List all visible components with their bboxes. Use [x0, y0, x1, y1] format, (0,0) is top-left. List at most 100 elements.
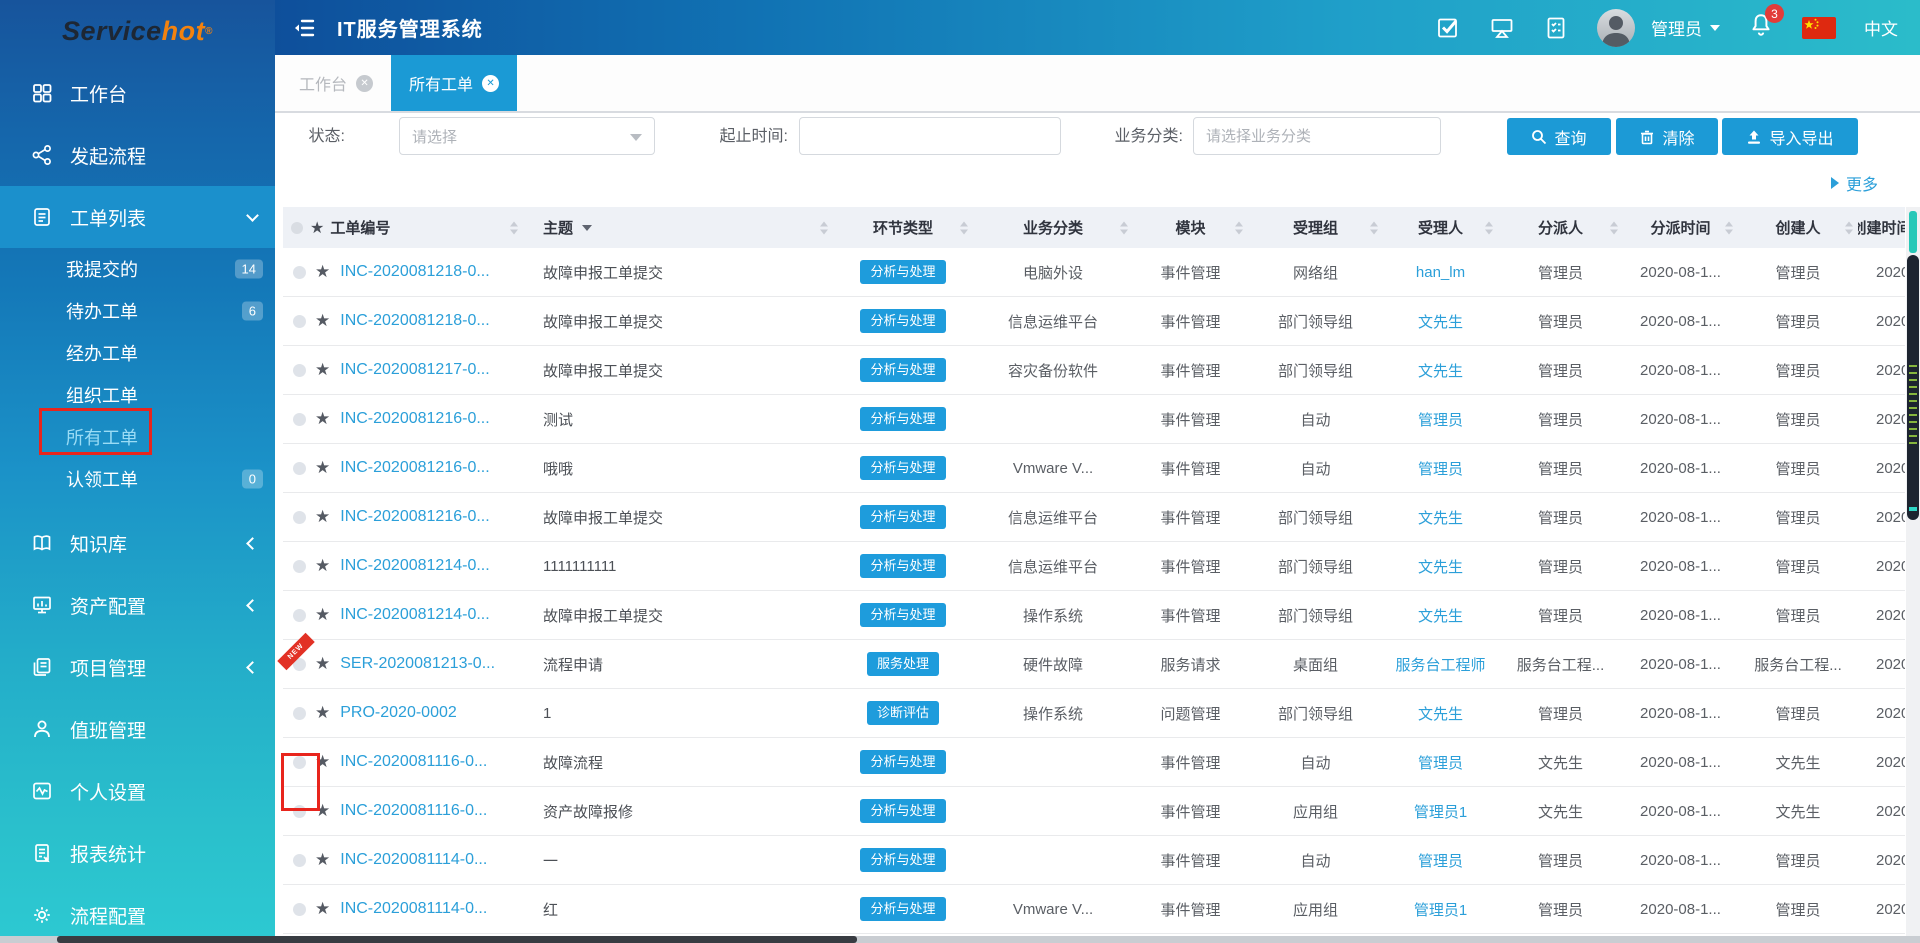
sidebar-subitem-经办工单[interactable]: 经办工单 [0, 332, 275, 374]
assignee-link[interactable]: 管理员1 [1414, 899, 1467, 920]
ticket-id-link[interactable]: INC-2020081116-0... [340, 802, 487, 820]
sort-icon[interactable] [820, 221, 828, 234]
row-select-dot[interactable] [293, 560, 306, 573]
star-icon[interactable]: ★ [315, 899, 330, 919]
column-header-业务分类[interactable]: 业务分类 [973, 207, 1133, 248]
star-icon[interactable]: ★ [315, 507, 330, 527]
star-icon[interactable]: ★ [315, 703, 330, 723]
sidebar-subitem-所有工单[interactable]: 所有工单 [0, 416, 275, 458]
star-icon[interactable]: ★ [315, 850, 330, 870]
ticket-id-link[interactable]: INC-2020081214-0... [340, 606, 489, 624]
sidebar-item-project-mgmt[interactable]: 项目管理 [0, 636, 275, 698]
sidebar-item-ticket-list[interactable]: 工单列表 [0, 186, 275, 248]
china-flag-icon[interactable] [1802, 17, 1836, 39]
assignee-link[interactable]: 文先生 [1418, 703, 1463, 724]
sort-icon[interactable] [1610, 221, 1618, 234]
sort-icon[interactable] [1370, 221, 1378, 234]
assignee-link[interactable]: 服务台工程师 [1395, 654, 1485, 675]
ticket-id-link[interactable]: INC-2020081114-0... [340, 851, 487, 869]
clipboard-list-icon[interactable] [1543, 15, 1569, 41]
sidebar-subitem-认领工单[interactable]: 认领工单0 [0, 458, 275, 500]
row-select-dot[interactable] [293, 315, 306, 328]
ticket-id-link[interactable]: INC-2020081216-0... [340, 459, 489, 477]
column-header-创建人[interactable]: 创建人 [1738, 207, 1858, 248]
row-select-dot[interactable] [293, 462, 306, 475]
user-menu[interactable]: 管理员 [1651, 15, 1720, 40]
assignee-link[interactable]: 管理员1 [1414, 801, 1467, 822]
ticket-id-link[interactable]: INC-2020081216-0... [340, 410, 489, 428]
task-check-icon[interactable] [1435, 15, 1461, 41]
star-icon[interactable]: ★ [315, 752, 330, 772]
row-select-dot[interactable] [293, 854, 306, 867]
star-icon[interactable]: ★ [315, 458, 330, 478]
vertical-scrollbar-thumb[interactable] [1907, 255, 1919, 520]
tab-all-tickets[interactable]: 所有工单 [391, 55, 517, 111]
row-select-dot[interactable] [293, 511, 306, 524]
row-select-dot[interactable] [293, 413, 306, 426]
row-select-dot[interactable] [293, 266, 306, 279]
tab-workbench[interactable]: 工作台 [281, 55, 391, 111]
close-icon[interactable] [356, 75, 373, 92]
assignee-link[interactable]: 文先生 [1418, 507, 1463, 528]
sidebar-subitem-待办工单[interactable]: 待办工单6 [0, 290, 275, 332]
sidebar-subitem-组织工单[interactable]: 组织工单 [0, 374, 275, 416]
time-range-input[interactable] [799, 117, 1061, 155]
sidebar-item-process-config[interactable]: 流程配置 [0, 884, 275, 943]
vertical-scrollbar[interactable] [1906, 207, 1920, 943]
row-select-dot[interactable] [293, 609, 306, 622]
column-header-受理人[interactable]: 受理人 [1383, 207, 1498, 248]
import-export-button[interactable]: 导入导出 [1722, 118, 1858, 155]
sort-icon[interactable] [1235, 221, 1243, 234]
assignee-link[interactable]: 文先生 [1418, 360, 1463, 381]
column-header-环节类型[interactable]: 环节类型 [833, 207, 973, 248]
sidebar-item-personal-settings[interactable]: 个人设置 [0, 760, 275, 822]
ticket-id-link[interactable]: SER-2020081213-0... [340, 655, 495, 673]
notifications-button[interactable]: 3 [1748, 12, 1774, 43]
ticket-id-link[interactable]: INC-2020081214-0... [340, 557, 489, 575]
row-select-dot[interactable] [293, 364, 306, 377]
star-icon[interactable]: ★ [315, 654, 330, 674]
assignee-link[interactable]: han_lm [1416, 264, 1465, 281]
star-icon[interactable]: ★ [315, 409, 330, 429]
assignee-link[interactable]: 管理员 [1418, 458, 1463, 479]
ticket-id-link[interactable]: INC-2020081114-0... [340, 900, 487, 918]
row-select-dot[interactable] [293, 903, 306, 916]
sort-icon[interactable] [510, 221, 518, 234]
star-icon[interactable]: ★ [315, 262, 330, 282]
ticket-id-link[interactable]: INC-2020081216-0... [340, 508, 489, 526]
ticket-id-link[interactable]: INC-2020081116-0... [340, 753, 487, 771]
sort-icon[interactable] [1120, 221, 1128, 234]
column-header-受理组[interactable]: 受理组 [1248, 207, 1383, 248]
column-header-模块[interactable]: 模块 [1133, 207, 1248, 248]
category-input[interactable] [1193, 117, 1441, 155]
brand-logo[interactable]: Servicehot® [0, 0, 275, 62]
column-header-主题[interactable]: 主题 [523, 207, 833, 248]
sort-icon[interactable] [1845, 221, 1853, 234]
sort-icon[interactable] [960, 221, 968, 234]
column-header-工单编号[interactable]: ★工单编号 [283, 207, 523, 248]
horizontal-scrollbar[interactable] [0, 936, 1920, 943]
row-select-dot[interactable] [293, 707, 306, 720]
clear-button[interactable]: 清除 [1616, 118, 1718, 155]
assignee-link[interactable]: 文先生 [1418, 311, 1463, 332]
assignee-link[interactable]: 管理员 [1418, 409, 1463, 430]
collapse-menu-icon[interactable] [291, 15, 317, 41]
ticket-id-link[interactable]: INC-2020081218-0... [340, 312, 489, 330]
close-icon[interactable] [482, 75, 499, 92]
ticket-id-link[interactable]: INC-2020081217-0... [340, 361, 489, 379]
sidebar-item-duty-mgmt[interactable]: 值班管理 [0, 698, 275, 760]
star-icon[interactable]: ★ [315, 556, 330, 576]
monitor-icon[interactable] [1489, 15, 1515, 41]
star-icon[interactable]: ★ [315, 605, 330, 625]
assignee-link[interactable]: 管理员 [1418, 850, 1463, 871]
sort-icon[interactable] [1485, 221, 1493, 234]
star-icon[interactable]: ★ [310, 218, 324, 238]
avatar[interactable] [1597, 9, 1635, 47]
more-link[interactable]: 更多 [1831, 171, 1878, 195]
row-select-dot[interactable] [293, 756, 306, 769]
sidebar-item-workbench[interactable]: 工作台 [0, 62, 275, 124]
horizontal-scrollbar-thumb[interactable] [57, 936, 857, 943]
language-switch[interactable]: 中文 [1864, 15, 1898, 40]
column-header-分派时间[interactable]: 分派时间 [1623, 207, 1738, 248]
ticket-id-link[interactable]: PRO-2020-0002 [340, 704, 457, 722]
